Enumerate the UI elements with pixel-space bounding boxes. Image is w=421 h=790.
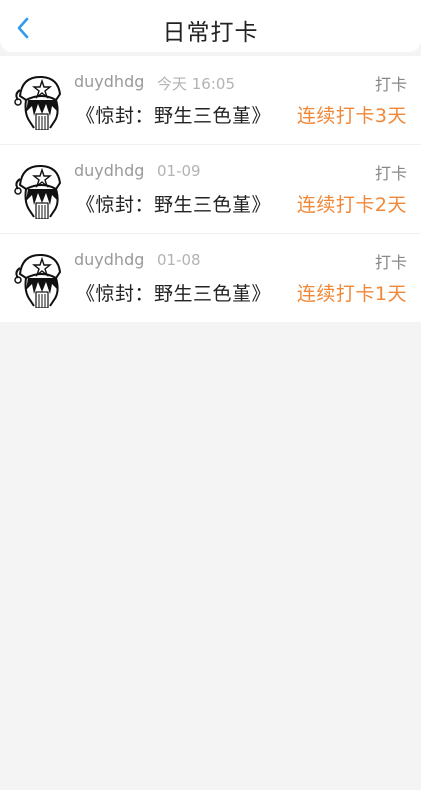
streak-label: 连续打卡1天 [296, 283, 407, 305]
checkin-list: duydhdg 今天 16:05 打卡 《惊封：野生三色堇》 连续打卡3天 du… [0, 56, 421, 322]
page-title: 日常打卡 [162, 20, 259, 46]
checkin-record[interactable]: duydhdg 今天 16:05 打卡 《惊封：野生三色堇》 连续打卡3天 [0, 56, 421, 145]
username[interactable]: duydhdg [74, 161, 144, 180]
streak-label: 连续打卡2天 [296, 194, 407, 216]
book-title[interactable]: 《惊封：野生三色堇》 [76, 190, 271, 217]
checkin-record[interactable]: duydhdg 01-08 打卡 《惊封：野生三色堇》 连续打卡1天 [0, 234, 421, 322]
checkin-record[interactable]: duydhdg 01-09 打卡 《惊封：野生三色堇》 连续打卡2天 [0, 145, 421, 234]
action-label: 打卡 [374, 253, 407, 272]
action-label: 打卡 [374, 164, 407, 183]
checkin-time: 今天 16:05 [157, 75, 235, 93]
action-label: 打卡 [374, 75, 407, 94]
streak-label: 连续打卡3天 [296, 105, 407, 127]
username[interactable]: duydhdg [74, 72, 144, 91]
avatar[interactable] [12, 159, 68, 219]
username[interactable]: duydhdg [74, 250, 144, 269]
top-bar: 日常打卡 [0, 0, 421, 52]
book-title[interactable]: 《惊封：野生三色堇》 [76, 279, 271, 306]
checkin-time: 01-09 [157, 162, 201, 180]
avatar[interactable] [12, 248, 68, 308]
book-title[interactable]: 《惊封：野生三色堇》 [76, 101, 271, 128]
avatar[interactable] [12, 70, 68, 130]
checkin-time: 01-08 [157, 251, 201, 269]
